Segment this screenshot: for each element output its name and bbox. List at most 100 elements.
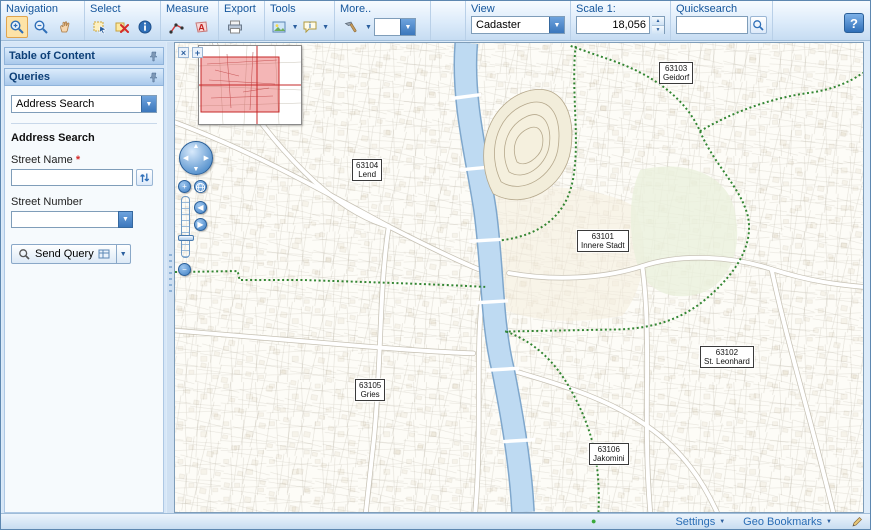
- print-button[interactable]: [224, 16, 246, 38]
- help-button[interactable]: ?: [844, 13, 864, 33]
- clear-selection-button[interactable]: [112, 16, 132, 38]
- previous-extent-button[interactable]: ◀: [194, 201, 207, 214]
- settings-menu[interactable]: Settings ▼: [675, 516, 725, 528]
- send-query-button[interactable]: Send Query: [11, 244, 117, 264]
- toolbar-group-tools: Tools ▼ i ▼: [265, 1, 335, 40]
- quicksearch-input[interactable]: [676, 16, 748, 34]
- toc-title: Table of Content: [9, 50, 95, 62]
- svg-text:i: i: [309, 23, 311, 30]
- zoom-slider-handle[interactable]: [178, 235, 194, 241]
- panel-header-table-of-content[interactable]: Table of Content: [4, 47, 164, 65]
- pencil-icon: [850, 515, 864, 529]
- toolbar-group-view: View Cadaster ▼: [465, 1, 571, 40]
- district-label: 63104 Lend: [352, 159, 382, 181]
- divider: [11, 123, 157, 124]
- panel-header-queries[interactable]: Queries: [4, 68, 164, 86]
- geo-bookmarks-menu[interactable]: Geo Bookmarks ▼: [743, 516, 832, 528]
- full-extent-button[interactable]: [194, 180, 207, 193]
- overview-map[interactable]: [198, 45, 302, 125]
- advanced-tools-button[interactable]: [340, 16, 362, 38]
- district-label: 63103 Geidorf: [659, 62, 693, 84]
- spinner-up-icon[interactable]: ▲: [652, 17, 664, 25]
- snapshot-button[interactable]: [270, 16, 289, 38]
- required-marker: *: [76, 154, 80, 166]
- overview-close-button[interactable]: ×: [178, 47, 189, 58]
- send-query-label: Send Query: [35, 248, 94, 260]
- district-label: 63105 Gries: [355, 379, 385, 401]
- next-extent-button[interactable]: ▶: [194, 218, 207, 231]
- group-label-more: More..: [340, 3, 425, 15]
- toolbar-spacer: [431, 1, 465, 40]
- group-label-scale: Scale 1:: [576, 3, 665, 15]
- sidebar-splitter[interactable]: [167, 42, 174, 513]
- snapshot-dropdown[interactable]: ▼: [292, 24, 299, 31]
- queries-panel-body: Address Search ▼ Address Search Street N…: [4, 86, 164, 513]
- map-viewport[interactable]: 63103 Geidorf 63104 Lend 63101 Innere St…: [174, 42, 864, 513]
- district-label: 63102 St. Leonhard: [700, 346, 754, 368]
- pin-icon[interactable]: [148, 72, 159, 83]
- query-form-title: Address Search: [11, 132, 157, 144]
- search-icon: [18, 248, 31, 261]
- pan-south-button[interactable]: ▼: [193, 166, 200, 173]
- pan-button[interactable]: [54, 16, 76, 38]
- spinner-down-icon[interactable]: ▼: [652, 25, 664, 34]
- maptip-dropdown[interactable]: ▼: [322, 24, 329, 31]
- street-name-lookup-button[interactable]: [136, 169, 153, 186]
- toolbar-group-select: Select: [85, 1, 161, 40]
- measure-distance-icon: [169, 19, 185, 35]
- street-number-dropdown-button[interactable]: ▼: [118, 211, 133, 228]
- district-label: 63101 Innere Stadt: [577, 230, 629, 252]
- sidebar: Table of Content Queries Address Search …: [2, 42, 166, 513]
- street-number-input[interactable]: [11, 211, 118, 228]
- street-name-input[interactable]: [11, 169, 133, 186]
- advanced-tools-dropdown[interactable]: ▼: [365, 24, 372, 31]
- pan-west-button[interactable]: ◀: [183, 154, 188, 162]
- hammer-icon: [343, 19, 359, 35]
- street-number-label: Street Number: [11, 196, 157, 208]
- measure-distance-button[interactable]: [166, 16, 188, 38]
- chevron-down-icon: ▼: [826, 519, 832, 525]
- select-features-button[interactable]: [90, 16, 110, 38]
- scale-spinner[interactable]: ▲ ▼: [652, 16, 665, 34]
- globe-icon: [195, 182, 206, 193]
- status-dot-icon: ●: [591, 516, 596, 526]
- printer-icon: [227, 19, 243, 35]
- toolbar-group-export: Export: [219, 1, 265, 40]
- scale-input[interactable]: [576, 16, 650, 34]
- toolbar-group-navigation: Navigation: [1, 1, 85, 40]
- overview-move-button[interactable]: +: [192, 47, 203, 58]
- toolbar-group-measure: Measure A: [161, 1, 219, 40]
- group-label-quicksearch: Quicksearch: [676, 3, 767, 15]
- send-query-dropdown-button[interactable]: ▼: [117, 244, 131, 264]
- view-select[interactable]: Cadaster ▼: [471, 16, 565, 34]
- maptip-button[interactable]: i: [301, 16, 320, 38]
- group-label-navigation: Navigation: [6, 3, 79, 15]
- zoom-out-button[interactable]: [30, 16, 52, 38]
- app-window: Navigation Select: [0, 0, 871, 530]
- result-table-icon: [98, 248, 110, 260]
- splitter-grip-icon: [169, 254, 172, 294]
- zoom-in-button[interactable]: [6, 16, 28, 38]
- group-label-export: Export: [224, 3, 259, 15]
- edit-redline-button[interactable]: [850, 515, 864, 529]
- group-label-measure: Measure: [166, 3, 213, 15]
- pan-control[interactable]: ▲ ▼ ◀ ▶: [179, 141, 213, 175]
- sort-arrows-icon: [138, 171, 151, 184]
- measure-area-button[interactable]: A: [190, 16, 212, 38]
- status-bar: ● Settings ▼ Geo Bookmarks ▼: [1, 513, 870, 529]
- query-type-select[interactable]: Address Search ▼: [11, 95, 157, 113]
- pan-north-button[interactable]: ▲: [193, 143, 200, 150]
- zoom-slider[interactable]: [181, 196, 190, 258]
- pin-icon[interactable]: [148, 51, 159, 62]
- pan-east-button[interactable]: ▶: [204, 154, 209, 162]
- quicksearch-button[interactable]: [750, 16, 767, 34]
- more-combobox[interactable]: ▼: [374, 18, 416, 36]
- queries-title: Queries: [9, 71, 50, 83]
- toolbar-group-scale: Scale 1: ▲ ▼: [571, 1, 671, 40]
- overview-canvas: [199, 46, 301, 124]
- toolbar-group-quicksearch: Quicksearch: [671, 1, 773, 40]
- identify-button[interactable]: [135, 16, 155, 38]
- zoom-in-step-button[interactable]: +: [178, 180, 191, 193]
- chevron-down-icon: ▼: [719, 519, 725, 525]
- zoom-out-step-button[interactable]: −: [178, 263, 191, 276]
